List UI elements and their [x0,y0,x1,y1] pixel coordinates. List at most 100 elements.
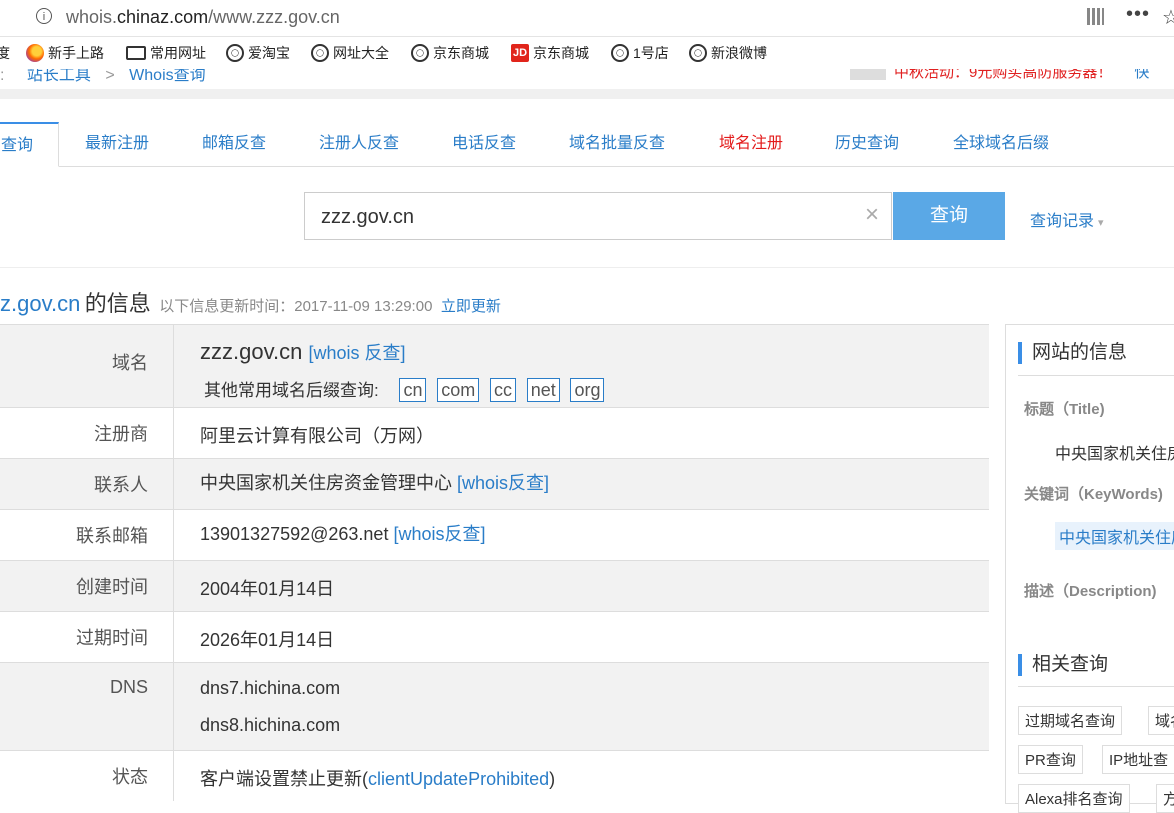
whois-table: 域名 zzz.gov.cn [whois 反查] 其他常用域名后缀查询: cn … [0,324,989,801]
table-row: 注册商 阿里云计算有限公司（万网） [0,408,989,459]
bookmarks-bar: 度 新手上路 常用网址 爱淘宝 网址大全 京东商城 JD 京东商城 1号店 新浪微… [0,37,1174,69]
row-value: 13901327592@263.net [whois反查] [200,524,486,544]
search-button[interactable]: 查询 [893,192,1005,240]
row-key: DNS [0,663,174,750]
suffix-row: 其他常用域名后缀查询: cn com cc net org [204,376,605,402]
jd-icon: JD [511,44,529,62]
title-value: 中央国家机关住房 [1055,446,1174,463]
dns-value: dns8.hichina.com [200,715,341,735]
sidebar: 网站的信息 标题（Title) 中央国家机关住房 关键词（KeyWords) 中… [1005,324,1174,813]
table-row: 过期时间 2026年01月14日 [0,612,989,663]
related-title: 相关查询 [1018,654,1108,676]
related-link[interactable]: IP地址查 [1102,745,1174,774]
divider [1018,375,1174,376]
url-text[interactable]: whois.chinaz.com/www.zzz.gov.cn [66,7,340,28]
status-link[interactable]: clientUpdateProhibited [368,769,549,789]
row-key: 过期时间 [0,612,174,662]
globe-icon [689,44,707,62]
related-link[interactable]: PR查询 [1018,745,1083,774]
tab-bar: 查询 最新注册 邮箱反查 注册人反查 电话反查 域名批量反查 域名注册 历史查询… [0,122,1174,167]
divider [0,267,1174,268]
table-row: 状态 客户端设置禁止更新(clientUpdateProhibited) [0,751,989,801]
divider [0,89,1174,99]
breadcrumb-link-whois[interactable]: Whois查询 [129,69,205,84]
info-icon[interactable]: i [36,8,52,24]
qr-code-icon[interactable] [1087,8,1104,25]
suffix-cc[interactable]: cc [489,378,516,402]
whois-reverse-link[interactable]: [whois反查] [457,473,549,493]
table-row: 创建时间 2004年01月14日 [0,561,989,612]
keywords-value: 中央国家机关住房 [1055,522,1174,550]
bookmark-item[interactable]: 1号店 [611,43,669,63]
divider [1018,686,1174,687]
row-value: 阿里云计算有限公司（万网） [200,426,434,446]
domain-value: zzz.gov.cn [whois 反查] [200,339,406,364]
tab-global-suffix[interactable]: 全球域名后缀 [953,122,1049,166]
suffix-net[interactable]: net [526,378,560,402]
row-value: 中央国家机关住房资金管理中心 [whois反查] [200,473,550,493]
bookmark-item[interactable]: 京东商城 [411,43,489,63]
tab-query[interactable]: 查询 [0,122,59,167]
related-link[interactable]: 方 [1156,784,1174,813]
related-link[interactable]: 过期域名查询 [1018,706,1123,735]
table-row: 联系邮箱 13901327592@263.net [whois反查] [0,510,989,561]
globe-icon [611,44,629,62]
table-row: 联系人 中央国家机关住房资金管理中心 [whois反查] [0,459,989,510]
suffix-cn[interactable]: cn [399,378,427,402]
tab-batch-reverse[interactable]: 域名批量反查 [569,122,665,166]
related-link[interactable]: 域名 [1148,706,1174,735]
globe-icon [411,44,429,62]
bookmark-item[interactable]: JD 京东商城 [511,43,589,63]
whois-reverse-link[interactable]: [whois 反查] [308,343,405,363]
row-key: 创建时间 [0,561,174,611]
search-box: × [304,192,892,240]
bookmark-item[interactable]: 网址大全 [311,43,389,63]
more-menu-icon[interactable]: ••• [1126,3,1150,26]
update-time: 以下信息更新时间：2017-11-09 13:29:00 [159,298,433,315]
row-key: 域名 [0,325,174,407]
bookmark-item[interactable]: 新浪微博 [689,43,767,63]
clear-icon[interactable]: × [865,201,879,229]
whois-reverse-link[interactable]: [whois反查] [393,524,485,544]
description-label: 描述（Description) [1024,583,1157,600]
search-input[interactable] [319,203,843,231]
bookmark-folder[interactable]: 常用网址 [126,43,206,63]
row-value: 2004年01月14日 [200,579,335,599]
bookmark-item[interactable]: 新手上路 [26,43,104,63]
tab-register[interactable]: 域名注册 [719,122,783,166]
row-value: 客户端设置禁止更新(clientUpdateProhibited) [200,769,556,789]
row-value: 2026年01月14日 [200,630,335,650]
bookmark-item[interactable]: 度 [0,43,10,63]
address-bar[interactable]: i whois.chinaz.com/www.zzz.gov.cn ••• ☆ [0,0,1174,37]
tab-registrant-reverse[interactable]: 注册人反查 [319,122,399,166]
breadcrumb: : 站长工具 > Whois查询 [0,69,206,84]
tab-history[interactable]: 历史查询 [835,122,899,166]
row-key: 注册商 [0,408,174,458]
folder-icon [126,46,146,60]
row-key: 状态 [0,751,174,801]
title-label: 标题（Title) [1024,401,1105,418]
keywords-label: 关键词（KeyWords) [1024,486,1163,503]
suffix-com[interactable]: com [437,378,480,402]
row-key: 联系邮箱 [0,510,174,560]
tab-email-reverse[interactable]: 邮箱反查 [202,122,266,166]
tab-latest[interactable]: 最新注册 [85,122,149,166]
promo-icon [850,69,886,81]
related-link[interactable]: Alexa排名查询 [1018,784,1130,813]
suffix-org[interactable]: org [570,378,605,402]
bookmark-star-icon[interactable]: ☆ [1162,5,1174,30]
page-title: z.gov.cn 的信息 以下信息更新时间：2017-11-09 13:29:0… [0,291,501,316]
caret-down-icon: ▾ [1098,217,1104,229]
history-dropdown[interactable]: 查询记录 ▾ [1030,207,1104,231]
table-row: DNS dns7.hichina.com dns8.hichina.com [0,663,989,751]
tab-phone-reverse[interactable]: 电话反查 [452,122,516,166]
update-now-link[interactable]: 立即更新 [441,298,501,315]
sidebar-title: 网站的信息 [1018,342,1127,364]
globe-icon [226,44,244,62]
bookmark-item[interactable]: 爱淘宝 [226,43,290,63]
dns-value: dns7.hichina.com [200,678,341,698]
table-row: 域名 zzz.gov.cn [whois 反查] 其他常用域名后缀查询: cn … [0,325,989,408]
breadcrumb-link-tools[interactable]: 站长工具 [27,69,91,84]
promo-link[interactable]: 中秋活动：9元购买高防服务器！快 [850,69,1149,82]
row-key: 联系人 [0,459,174,509]
